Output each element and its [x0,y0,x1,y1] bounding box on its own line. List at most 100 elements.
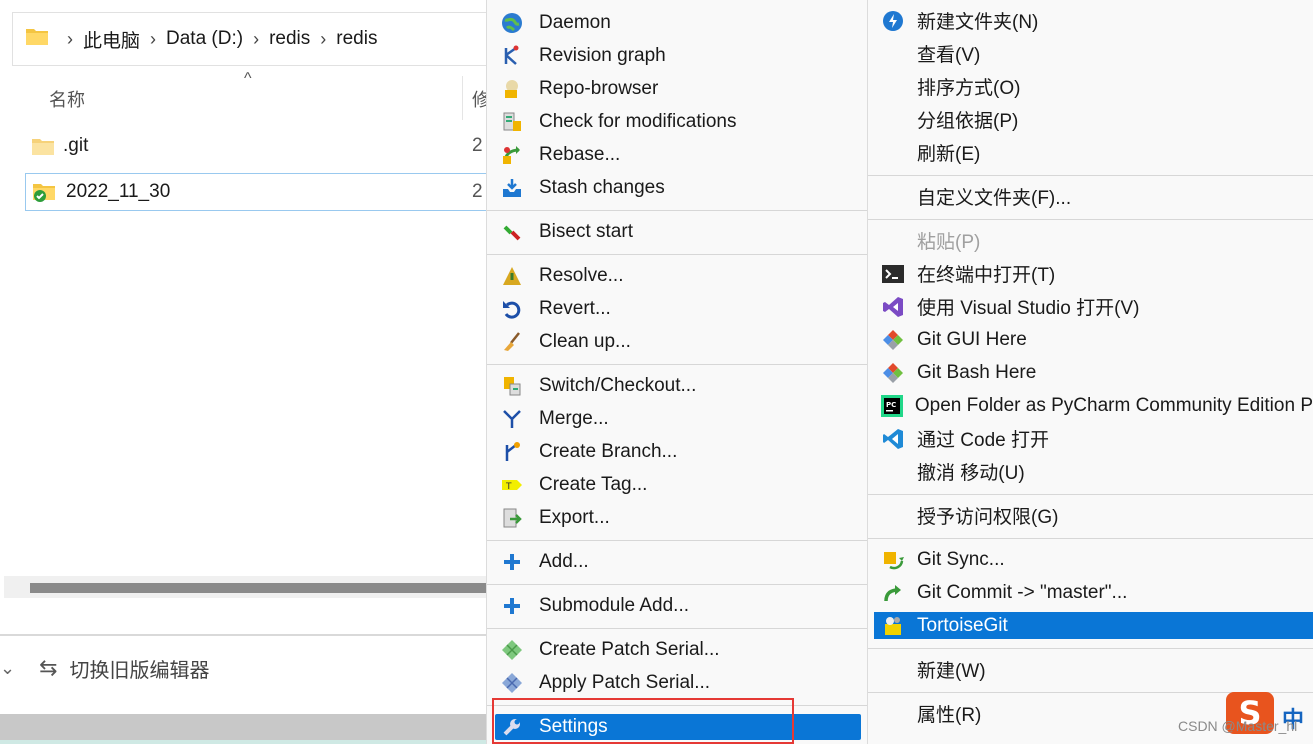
menu-item-label: Create Patch Serial... [539,638,720,660]
context-menu: 新建文件夹(N) 查看(V) 排序方式(O) 分组依据(P) 刷新(E) 自定义… [868,0,1313,744]
folder-icon [31,136,55,156]
menu-item-label: Check for modifications [539,110,737,132]
menu-item-daemon[interactable]: Daemon [495,6,861,39]
ctx-item-label: 分组依据(P) [917,111,1019,132]
menu-item-resolve[interactable]: Resolve... [495,259,861,292]
menu-item-create-branch[interactable]: Create Branch... [495,435,861,468]
breadcrumb-this-pc[interactable]: 此电脑 [83,26,140,53]
menu-item-stash-changes[interactable]: Stash changes [495,171,861,204]
ctx-item-label: 刷新(E) [917,144,981,165]
menu-item-export[interactable]: Export... [495,501,861,534]
ctx-item-new-folder[interactable]: 新建文件夹(N) [874,4,1313,37]
resolve-icon [499,263,525,289]
ctx-item-label: Git GUI Here [917,328,1027,350]
ctx-item-tortoisegit[interactable]: TortoiseGit [874,612,1313,639]
apply-patch-icon [499,670,525,696]
rebase-icon [499,142,525,168]
menu-item-label: Revert... [539,297,611,319]
menu-item-repo-browser[interactable]: Repo-browser [495,72,861,105]
ctx-item-view[interactable]: 查看(V) [874,37,1313,70]
ctx-item-git-commit[interactable]: Git Commit -> "master"... [874,576,1313,609]
tortoisegit-submenu: Daemon Revision graph Repo-browser Check… [486,0,868,744]
ctx-item-new[interactable]: 新建(W) [874,653,1313,686]
ctx-item-label: 属性(R) [917,705,982,726]
ctx-item-customize-folder[interactable]: 自定义文件夹(F)... [874,180,1313,213]
switch-legacy-editor-button[interactable]: ⌄ ⇆ 切换旧版编辑器 [0,646,210,690]
ctx-item-label: Git Bash Here [917,361,1037,383]
ctx-item-sort-by[interactable]: 排序方式(O) [874,70,1313,103]
breadcrumb-drive[interactable]: Data (D:) [166,28,243,50]
menu-separator [487,364,867,365]
patch-icon [499,637,525,663]
menu-item-clean-up[interactable]: Clean up... [495,325,861,358]
menu-item-submodule-add[interactable]: Submodule Add... [495,589,861,622]
file-name: .git [63,135,89,156]
menu-item-label: Apply Patch Serial... [539,671,711,693]
menu-item-revert[interactable]: Revert... [495,292,861,325]
ctx-item-group-by[interactable]: 分组依据(P) [874,103,1313,136]
menu-separator [487,210,867,211]
stash-icon [499,175,525,201]
list-item[interactable]: .git 2 [25,127,490,165]
merge-icon [499,406,525,432]
breadcrumb-redis-current[interactable]: redis [336,28,377,50]
menu-item-label: Settings [539,716,608,737]
ctx-item-open-pycharm[interactable]: PC Open Folder as PyCharm Community Edit… [874,389,1313,422]
sort-indicator-icon: ^ [244,70,252,87]
menu-item-label: Daemon [539,11,611,33]
file-name: 2022_11_30 [66,181,171,202]
terminal-icon [880,261,906,287]
ctx-item-open-with-visual-studio[interactable]: 使用 Visual Studio 打开(V) [874,290,1313,323]
branch-icon [499,439,525,465]
menu-item-add[interactable]: Add... [495,545,861,578]
menu-separator [487,540,867,541]
menu-separator [868,538,1313,539]
revert-icon [499,296,525,322]
ctx-item-label: 在终端中打开(T) [917,265,1056,286]
ctx-item-git-bash-here[interactable]: Git Bash Here [874,356,1313,389]
ctx-item-label: Open Folder as PyCharm Community Edition… [914,394,1313,416]
ctx-item-label: 使用 Visual Studio 打开(V) [917,298,1140,319]
ctx-item-label: 粘贴(P) [917,232,981,253]
menu-item-label: Create Tag... [539,473,648,495]
menu-item-switch-checkout[interactable]: Switch/Checkout... [495,369,861,402]
ctx-item-open-in-terminal[interactable]: 在终端中打开(T) [874,257,1313,290]
ctx-item-label: 自定义文件夹(F)... [917,188,1072,209]
ctx-item-label: 查看(V) [917,45,981,66]
menu-item-merge[interactable]: Merge... [495,402,861,435]
chevron-right-icon: › [320,28,327,49]
menu-item-revision-graph[interactable]: Revision graph [495,39,861,72]
ctx-item-label: 通过 Code 打开 [917,430,1049,451]
swap-arrows-icon: ⇆ [39,655,58,680]
ctx-item-refresh[interactable]: 刷新(E) [874,136,1313,169]
ctx-item-undo-move[interactable]: 撤消 移动(U) [874,455,1313,488]
menu-separator [868,175,1313,176]
file-date: 2 [472,135,483,156]
column-header-name[interactable]: 名称 [49,86,85,112]
column-divider[interactable] [462,76,463,120]
menu-item-label: Switch/Checkout... [539,374,697,396]
address-bar[interactable]: › 此电脑 › Data (D:) › redis › redis [12,12,491,66]
ctx-item-git-gui-here[interactable]: Git GUI Here [874,323,1313,356]
menu-item-apply-patch-serial[interactable]: Apply Patch Serial... [495,666,861,699]
menu-item-settings[interactable]: Settings [495,714,861,740]
menu-item-create-patch-serial[interactable]: Create Patch Serial... [495,633,861,666]
menu-item-label: Export... [539,506,610,528]
menu-item-label: Merge... [539,407,609,429]
menu-item-bisect-start[interactable]: Bisect start [495,215,861,248]
plus-icon [499,593,525,619]
list-item-selected[interactable]: 2022_11_30 2 [25,173,490,211]
menu-separator [487,628,867,629]
menu-item-check-modifications[interactable]: Check for modifications [495,105,861,138]
menu-item-label: Rebase... [539,143,621,165]
ctx-item-open-with-code[interactable]: 通过 Code 打开 [874,422,1313,455]
scrollbar-thumb[interactable] [30,583,490,593]
ctx-item-git-sync[interactable]: Git Sync... [874,543,1313,576]
breadcrumb-redis[interactable]: redis [269,28,310,50]
divider [0,634,490,636]
plus-icon [499,549,525,575]
visual-studio-icon [880,294,906,320]
menu-item-rebase[interactable]: Rebase... [495,138,861,171]
ctx-item-grant-access[interactable]: 授予访问权限(G) [874,499,1313,532]
menu-item-create-tag[interactable]: T Create Tag... [495,468,861,501]
